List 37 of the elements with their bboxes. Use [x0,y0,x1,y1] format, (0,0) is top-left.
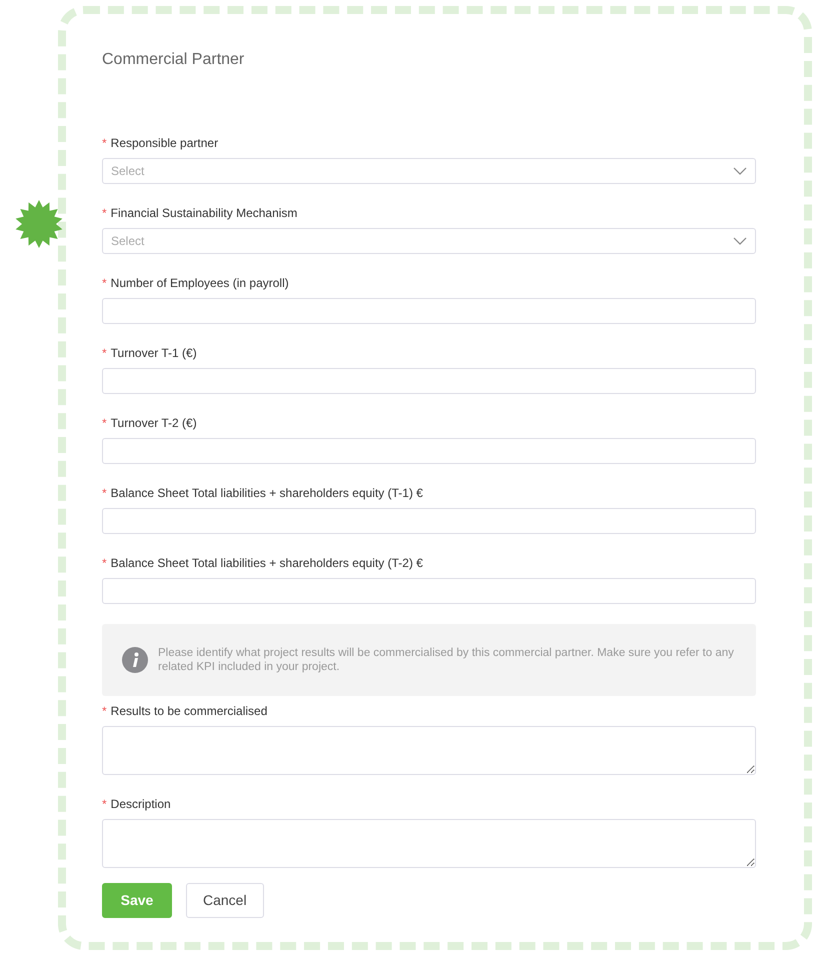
text-area[interactable] [102,726,756,775]
required-mark: * [102,205,107,222]
select-placeholder: Select [111,163,144,180]
input-field[interactable] [102,368,756,394]
field-label: Number of Employees (in payroll) [110,275,289,292]
form-title: Commercial Partner [102,50,246,70]
info-icon [122,647,148,673]
input-field[interactable] [102,298,756,324]
field-label: Description [110,796,171,813]
select-field[interactable]: Select [102,158,756,184]
save-button[interactable]: Save [102,883,172,918]
field-label: Responsible partner [110,135,218,152]
cancel-button[interactable]: Cancel [186,883,264,918]
select-placeholder: Select [111,233,144,250]
required-mark: * [102,135,107,152]
required-mark: * [102,415,107,432]
required-mark: * [102,275,107,292]
required-mark: * [102,703,107,720]
field-label: Results to be commercialised [110,703,268,720]
required-mark: * [102,796,107,813]
chevron-down-icon [733,167,747,175]
input-field[interactable] [102,438,756,464]
required-mark: * [102,345,107,362]
field-label: Balance Sheet Total liabilities + shareholders equity (T-1) € [110,485,423,502]
field-label: Turnover T-1 (€) [110,345,197,362]
text-area[interactable] [102,819,756,868]
field-label: Turnover T-2 (€) [110,415,197,432]
required-mark: * [102,485,107,502]
starburst-icon [15,200,63,248]
input-field[interactable] [102,508,756,534]
input-field[interactable] [102,578,756,604]
required-mark: * [102,555,107,572]
info-text: Please identify what project results will be commercialised by this commercial partner. Make sure you refer to any related KPI included in your project. [158,646,735,674]
select-field[interactable]: Select [102,228,756,254]
chevron-down-icon [733,237,747,245]
field-label: Balance Sheet Total liabilities + shareholders equity (T-2) € [110,555,423,572]
field-label: Financial Sustainability Mechanism [110,205,298,222]
